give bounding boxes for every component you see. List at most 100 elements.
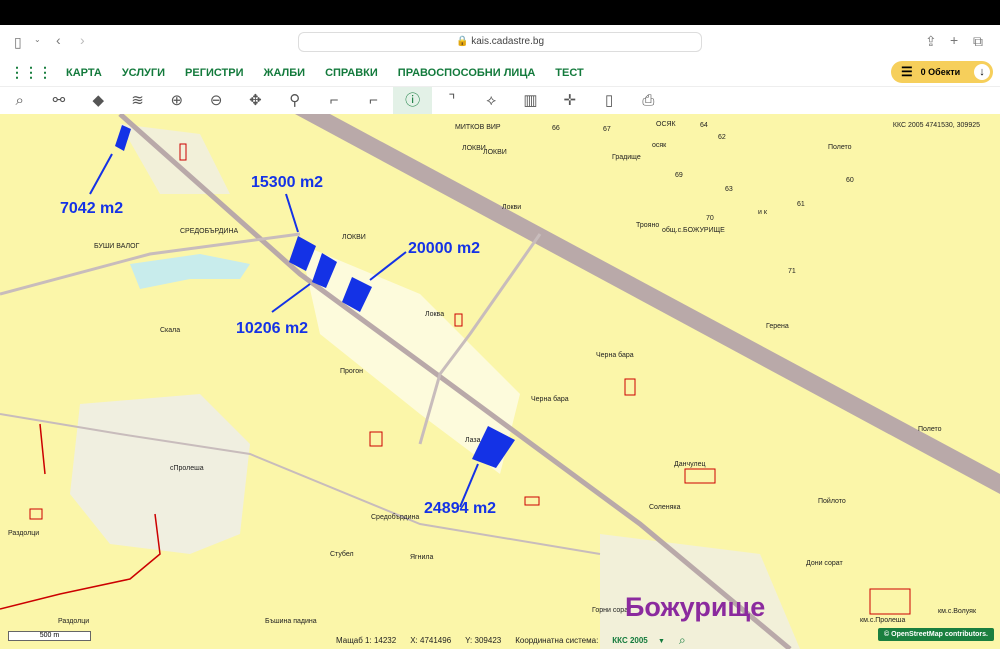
forward-icon[interactable]: › — [80, 32, 85, 48]
scale-bar: 500 m — [8, 631, 91, 641]
parcel-number: 61 — [797, 201, 805, 208]
parcel-number: 69 — [675, 172, 683, 179]
apps-grid-icon[interactable]: ⋮⋮⋮ — [10, 64, 52, 81]
pan-icon[interactable]: ✥ — [236, 87, 275, 114]
arrow — [89, 153, 113, 195]
arrow-down-icon[interactable]: ↓ — [974, 64, 990, 80]
document-icon[interactable]: ▯ — [589, 87, 628, 114]
scale-value: 14232 — [373, 636, 397, 645]
crs-select[interactable]: ККС 2005 ▼ — [612, 636, 665, 645]
status-bar: Мащаб 1: 14232 X: 4741496 Y: 309423 Коор… — [336, 633, 686, 648]
place-label: Бъшина падина — [265, 618, 317, 625]
layers-icon[interactable]: ◆ — [79, 87, 118, 114]
select-remove-icon[interactable]: ⌐ — [354, 87, 393, 114]
info-icon[interactable]: ⓘ — [392, 87, 433, 114]
map-toolbar: ⌕ ⚯ ◆ ≋ ⊕ ⊖ ✥ ⚲ ⌐ ⌐ ⓘ ⌝ ⟡ ▥ ✛ ▯ ⎙ — [0, 87, 1000, 114]
built-area — [120, 124, 230, 194]
nav-test[interactable]: ТЕСТ — [555, 67, 583, 79]
place-label: Черна бара — [596, 352, 634, 359]
nav-zhalbi[interactable]: ЖАЛБИ — [264, 67, 306, 79]
parcel-number: 66 — [552, 125, 560, 132]
place-label: МИТКОВ ВИР — [455, 124, 501, 131]
parcel-number: 63 — [725, 186, 733, 193]
nav-spravki[interactable]: СПРАВКИ — [325, 67, 378, 79]
search-icon[interactable]: ⌕ — [679, 633, 686, 648]
scale-readout: Мащаб 1: 14232 — [336, 636, 396, 645]
sketch-icon[interactable]: ⌝ — [432, 87, 471, 114]
red-parcel — [524, 496, 540, 506]
place-label: Полето — [918, 426, 942, 433]
place-label: Соленяка — [649, 504, 681, 511]
system-bar — [0, 0, 1000, 25]
place-label: Локви — [502, 204, 522, 211]
x-label: X: — [410, 636, 418, 645]
place-label: СРЕДОБЪРДИНА — [180, 228, 239, 235]
attribution[interactable]: © OpenStreetMap contributors. — [878, 628, 994, 641]
place-label: Прогон — [340, 368, 363, 375]
place-label: сПролеша — [170, 465, 204, 472]
x-readout: X: 4741496 — [410, 636, 451, 645]
coordinates-icon[interactable]: ✛ — [550, 87, 589, 114]
place-label: Градище — [612, 154, 641, 161]
red-parcel — [29, 508, 43, 520]
area-label: 20000 m2 — [408, 240, 481, 257]
y-readout: Y: 309423 — [465, 636, 501, 645]
nav-pravosposobni[interactable]: ПРАВОСПОСОБНИ ЛИЦА — [398, 67, 536, 79]
place-label: Данчулец — [674, 461, 706, 468]
parcel-number: 70 — [706, 215, 714, 222]
select-add-icon[interactable]: ⌐ — [314, 87, 353, 114]
map-canvas[interactable]: ККС 2005 4741530, 309925 МИТКОВ ВИР ЛОКВ… — [0, 114, 1000, 649]
nav-uslugi[interactable]: УСЛУГИ — [122, 67, 165, 79]
zoom-in-icon[interactable]: ⊕ — [157, 87, 196, 114]
marker-icon[interactable]: ⚲ — [275, 87, 314, 114]
map-icon[interactable]: ▥ — [511, 87, 550, 114]
chevron-down-icon[interactable]: ⌄ — [34, 35, 41, 44]
parcel-number: 71 — [788, 268, 796, 275]
red-parcel — [369, 431, 383, 447]
objects-button[interactable]: ☰ 0 Обекти ↓ — [891, 61, 993, 83]
place-label: Герена — [766, 323, 789, 330]
arrow — [369, 251, 407, 281]
back-icon[interactable]: ‹ — [56, 32, 61, 48]
y-value: 309423 — [474, 636, 502, 645]
place-label: ЛОКВИ — [483, 149, 507, 156]
area-label: 24894 m2 — [424, 500, 497, 517]
sidebar-icon[interactable]: ▯ — [14, 34, 22, 51]
red-parcel — [624, 378, 636, 396]
arrow — [285, 193, 299, 233]
zoom-out-icon[interactable]: ⊖ — [196, 87, 235, 114]
search-icon[interactable]: ⌕ — [0, 87, 39, 114]
place-label: Черна бара — [531, 396, 569, 403]
tabs-icon[interactable]: ⧉ — [973, 33, 983, 50]
place-label: Троянo — [636, 222, 660, 229]
menu-icon: ☰ — [901, 64, 913, 79]
place-label: Раздолци — [8, 530, 40, 537]
address-bar[interactable]: 🔒 kais.cadastre.bg — [298, 32, 702, 52]
place-label: Локва — [425, 311, 445, 318]
new-tab-icon[interactable]: + — [950, 32, 958, 48]
place-label: БУШИ ВАЛОГ — [94, 243, 140, 250]
area-label: 15300 m2 — [251, 174, 324, 191]
place-label: Раздолци — [58, 618, 90, 625]
browser-toolbar: ▯ ⌄ ‹ › 🔒 kais.cadastre.bg ⇪ + ⧉ — [0, 25, 1000, 59]
measure-icon[interactable]: ⚯ — [39, 87, 78, 114]
built-area — [70, 394, 250, 554]
place-label: Полето — [828, 144, 852, 151]
nav-karta[interactable]: КАРТА — [66, 67, 102, 79]
print-icon[interactable]: ⎙ — [629, 87, 668, 114]
polygon-icon[interactable]: ⟡ — [472, 87, 511, 114]
caret-down-icon: ▼ — [658, 638, 665, 645]
map-graphics — [0, 114, 1000, 649]
x-value: 4741496 — [420, 636, 452, 645]
nav-registri[interactable]: РЕГИСТРИ — [185, 67, 243, 79]
crs-label: Координатна система: — [515, 636, 599, 645]
town-label: Божурище — [625, 592, 766, 622]
place-label: Дони сорат — [806, 560, 843, 567]
parcel-number: 62 — [718, 134, 726, 141]
place-label: Скала — [160, 327, 181, 334]
place-label: и к — [758, 209, 767, 216]
layers-stack-icon[interactable]: ≋ — [118, 87, 157, 114]
share-icon[interactable]: ⇪ — [925, 33, 937, 50]
objects-label: 0 Обекти — [920, 67, 961, 77]
arrow — [271, 283, 311, 313]
